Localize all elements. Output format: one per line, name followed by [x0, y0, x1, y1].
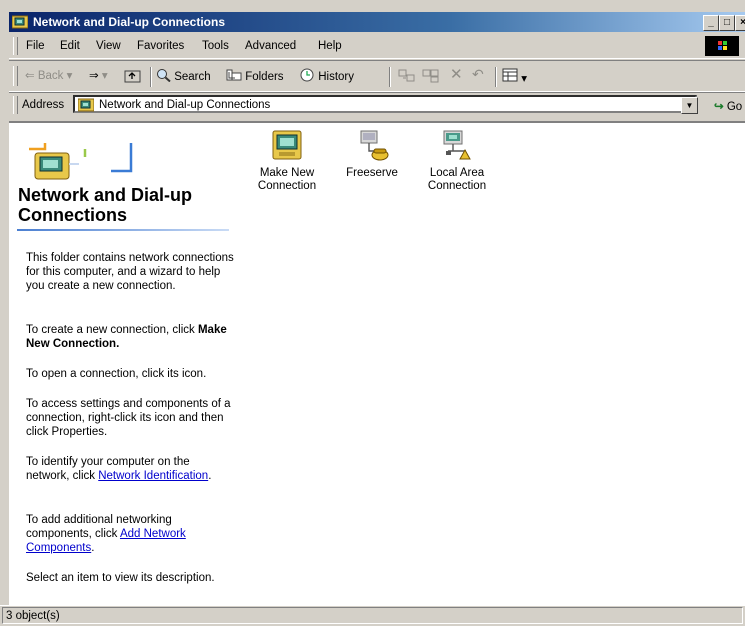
- views-button[interactable]: ▾: [502, 68, 527, 85]
- network-folder-icon: [11, 14, 29, 29]
- search-label: Search: [174, 71, 211, 83]
- toolbar-separator: [495, 67, 497, 87]
- address-dropdown-button[interactable]: ▼: [681, 97, 698, 114]
- select-hint: Select an item to view its description.: [26, 572, 215, 584]
- dialup-connection-icon: [360, 130, 389, 161]
- history-icon: [300, 68, 314, 82]
- item-label: Connection: [427, 180, 487, 192]
- item-label: Make New: [259, 167, 315, 179]
- local-area-connection-item[interactable]: Local Area Connection: [419, 129, 495, 193]
- folder-view: Network and Dial-up Connections This fol…: [9, 121, 745, 605]
- menu-tools[interactable]: Tools: [202, 40, 229, 52]
- forward-dropdown-icon[interactable]: ▾: [102, 70, 108, 82]
- folders-label: Folders: [245, 71, 284, 83]
- copy-to-button[interactable]: [422, 68, 440, 86]
- views-icon: [502, 68, 518, 82]
- address-input[interactable]: Network and Dial-up Connections: [73, 95, 697, 113]
- go-arrow-icon: ↪: [714, 101, 724, 113]
- up-folder-button[interactable]: [124, 68, 142, 86]
- history-label: History: [318, 71, 354, 83]
- views-dropdown-icon[interactable]: ▾: [521, 73, 527, 85]
- address-bar: Address Network and Dial-up Connections …: [9, 92, 745, 119]
- maximize-button[interactable]: □: [719, 15, 735, 31]
- back-button[interactable]: ⇐ Back ▾: [25, 68, 72, 82]
- search-button[interactable]: Search: [156, 68, 211, 83]
- menu-help[interactable]: Help: [318, 40, 342, 52]
- toolbar-separator: [389, 67, 391, 87]
- make-new-connection-icon: [272, 130, 302, 160]
- folders-icon: [226, 69, 242, 81]
- forward-button[interactable]: ⇒ ▾: [89, 68, 108, 82]
- menu-edit[interactable]: Edit: [60, 40, 80, 52]
- identify-instructions: To identify your computer on the network…: [26, 455, 236, 483]
- menu-file[interactable]: File: [26, 40, 45, 52]
- window-title: Network and Dial-up Connections: [33, 15, 226, 29]
- standard-toolbar: ⇐ Back ▾ ⇒ ▾ Search Folders History ✕ ↶ …: [9, 60, 745, 92]
- back-arrow-icon: ⇐: [25, 70, 35, 82]
- close-button[interactable]: ×: [735, 15, 745, 31]
- heading-divider: [17, 229, 229, 231]
- delete-icon[interactable]: ✕: [450, 65, 463, 83]
- network-folder-icon: [77, 98, 95, 115]
- go-button[interactable]: ↪ Go: [714, 99, 742, 113]
- make-new-connection-item[interactable]: Make New Connection: [249, 129, 325, 193]
- freeserve-connection-item[interactable]: Freeserve: [334, 129, 410, 180]
- menu-advanced[interactable]: Advanced: [245, 40, 296, 52]
- add-suffix: .: [91, 542, 95, 554]
- item-label: Local Area: [429, 167, 485, 179]
- lan-connection-icon: [443, 130, 471, 160]
- status-bar: 3 object(s): [0, 605, 745, 626]
- settings-instructions: To access settings and components of a c…: [26, 398, 231, 438]
- folders-button[interactable]: Folders: [226, 68, 284, 83]
- toolbar-grip[interactable]: [13, 66, 18, 86]
- item-label: Freeserve: [346, 167, 398, 179]
- menu-favorites[interactable]: Favorites: [137, 40, 184, 52]
- toolbar-separator: [150, 67, 152, 87]
- go-label: Go: [726, 101, 743, 113]
- address-value: Network and Dial-up Connections: [99, 99, 271, 111]
- undo-icon[interactable]: ↶: [472, 66, 484, 83]
- search-icon: [157, 69, 171, 83]
- menu-view[interactable]: View: [96, 40, 121, 52]
- up-folder-icon: [124, 70, 141, 83]
- folder-heading: Network and Dial-up Connections: [18, 185, 193, 225]
- move-to-button[interactable]: [398, 68, 416, 86]
- copy-to-icon: [422, 69, 439, 83]
- folder-description: This folder contains network connections…: [26, 252, 234, 292]
- address-grip[interactable]: [13, 96, 18, 114]
- back-label: Back: [37, 70, 64, 82]
- status-object-count: 3 object(s): [6, 610, 60, 622]
- menu-bar: File Edit View Favorites Tools Advanced …: [9, 34, 745, 59]
- back-dropdown-icon[interactable]: ▾: [67, 70, 73, 82]
- forward-arrow-icon: ⇒: [89, 70, 99, 82]
- open-instructions: To open a connection, click its icon.: [26, 368, 207, 380]
- status-panel: [2, 607, 743, 624]
- address-label: Address: [22, 99, 65, 111]
- add-components-instructions: To add additional networking components,…: [26, 513, 236, 555]
- item-label: Connection: [257, 180, 317, 192]
- history-button[interactable]: History: [299, 68, 354, 83]
- create-prefix: To create a new connection, click: [26, 324, 195, 336]
- identify-suffix: .: [208, 470, 212, 482]
- move-to-icon: [398, 69, 415, 82]
- web-view-info-pane: Network and Dial-up Connections This fol…: [9, 123, 237, 605]
- title-bar: Network and Dial-up Connections _ □ ×: [9, 12, 745, 32]
- menu-grip[interactable]: [13, 37, 18, 55]
- create-instructions: To create a new connection, click Make N…: [26, 323, 236, 351]
- minimize-button[interactable]: _: [703, 15, 719, 31]
- network-banner-icon: [29, 143, 133, 180]
- network-identification-link[interactable]: Network Identification: [98, 470, 208, 482]
- windows-logo-icon: [705, 36, 739, 56]
